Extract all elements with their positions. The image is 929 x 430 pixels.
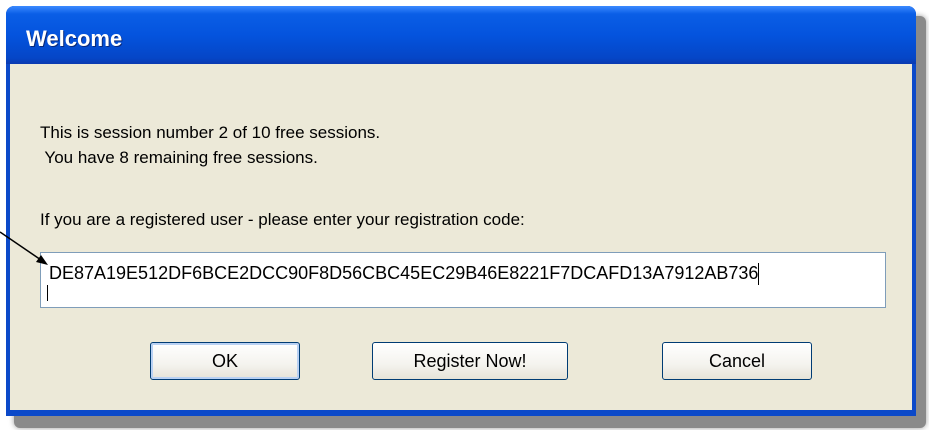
remaining-sessions-text: You have 8 remaining free sessions.	[40, 148, 318, 167]
registration-code-field[interactable]: DE87A19E512DF6BCE2DCC90F8D56CBC45EC29B46…	[40, 252, 886, 308]
registration-prompt: If you are a registered user - please en…	[40, 210, 525, 229]
dialog-body: This is session number 2 of 10 free sess…	[10, 64, 912, 410]
title-bar[interactable]: Welcome	[6, 6, 916, 64]
session-count-text: This is session number 2 of 10 free sess…	[40, 123, 381, 142]
cancel-button[interactable]: Cancel	[662, 342, 812, 380]
text-caret	[758, 263, 760, 286]
window-title: Welcome	[26, 26, 123, 51]
line-caret	[47, 285, 48, 301]
welcome-dialog: Welcome This is session number 2 of 10 f…	[6, 6, 916, 416]
register-now-button[interactable]: Register Now!	[372, 342, 568, 380]
ok-button[interactable]: OK	[150, 342, 300, 380]
registration-code-value: DE87A19E512DF6BCE2DCC90F8D56CBC45EC29B46…	[49, 263, 760, 286]
